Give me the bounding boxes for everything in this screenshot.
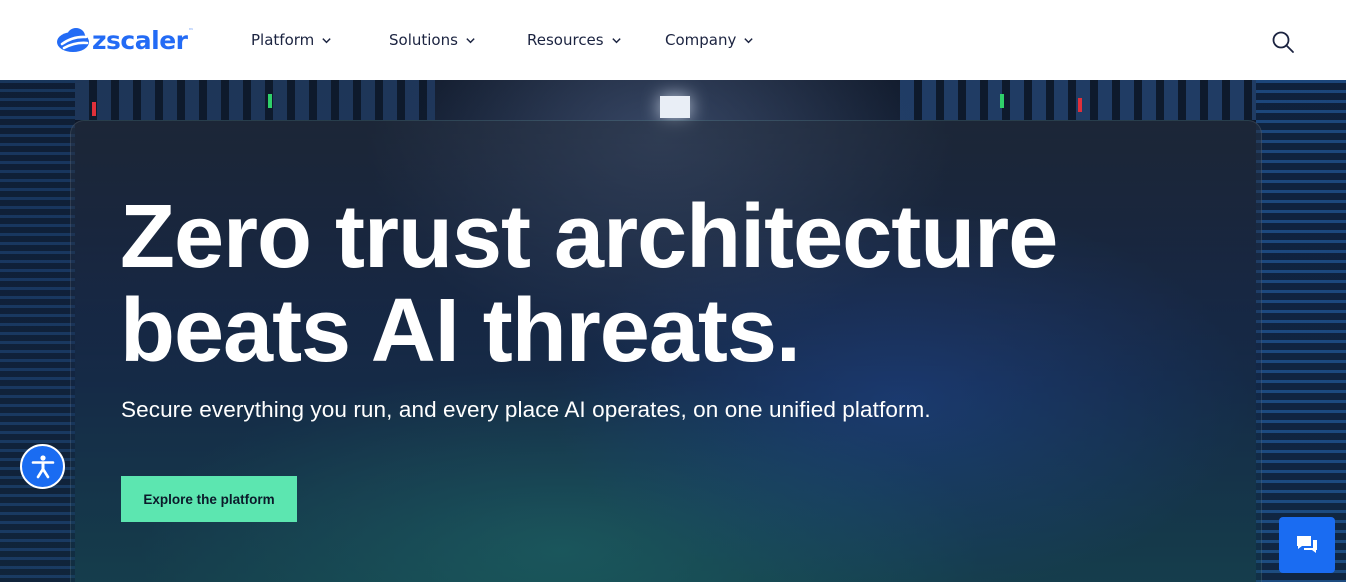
nav-company[interactable]: Company [665, 31, 754, 49]
hero-headline-line-1: Zero trust architecture [120, 187, 1058, 287]
server-rack-left [0, 80, 75, 582]
main-nav: Platform Solutions Resources Company [251, 0, 754, 80]
chevron-down-icon [322, 37, 331, 43]
server-rack-top-left [75, 80, 435, 120]
nav-solutions[interactable]: Solutions [389, 31, 527, 49]
led-indicator [268, 94, 272, 108]
hero-headline: Zero trust architecture beats AI threats… [120, 190, 1220, 378]
server-rack-right [1256, 80, 1346, 582]
logo-trademark: ™ [188, 28, 194, 34]
zscaler-logo[interactable]: zscaler ™ [56, 24, 193, 56]
hero-headline-line-2: beats AI threats. [120, 281, 801, 381]
led-indicator [1000, 94, 1004, 108]
explore-platform-button[interactable]: Explore the platform [121, 476, 297, 522]
nav-platform-label: Platform [251, 31, 315, 49]
nav-company-label: Company [665, 31, 737, 49]
nav-resources[interactable]: Resources [527, 31, 665, 49]
chat-icon [1297, 536, 1317, 553]
led-indicator [92, 102, 96, 116]
hero-subheadline: Secure everything you run, and every pla… [121, 397, 931, 422]
chat-button[interactable] [1279, 517, 1335, 573]
cloud-logo-icon [57, 28, 89, 52]
nav-resources-label: Resources [527, 31, 604, 49]
nav-solutions-label: Solutions [389, 31, 458, 49]
accessibility-button[interactable] [20, 444, 65, 489]
search-icon[interactable] [1271, 30, 1295, 54]
led-indicator [1078, 98, 1082, 112]
ceiling-light [660, 96, 690, 118]
chevron-down-icon [466, 37, 475, 43]
chevron-down-icon [744, 37, 754, 43]
logo-wordmark: zscaler [92, 25, 188, 55]
accessibility-icon [31, 454, 54, 478]
nav-platform[interactable]: Platform [251, 31, 389, 49]
chevron-down-icon [611, 37, 621, 43]
site-header: zscaler ™ Platform Solutions Resources C… [0, 0, 1346, 80]
